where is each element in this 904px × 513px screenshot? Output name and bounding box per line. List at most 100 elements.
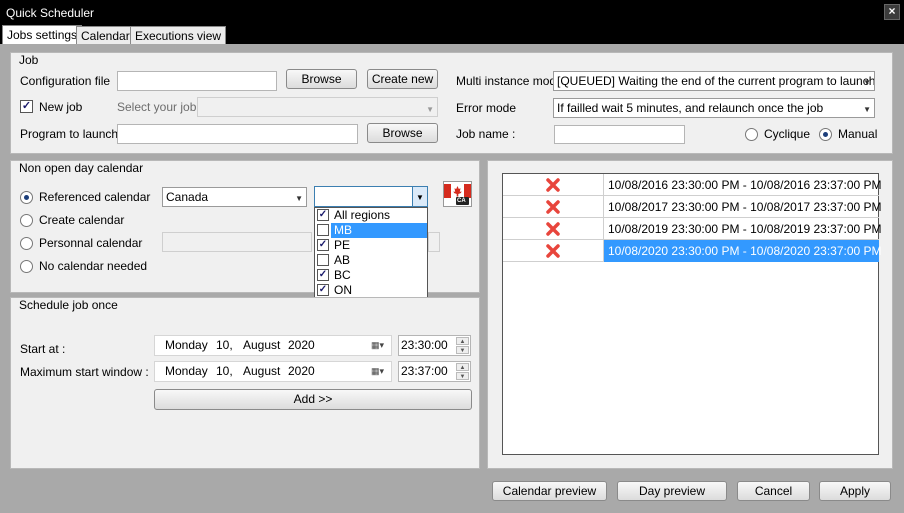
region-checkbox[interactable]: ✓ [317, 239, 329, 251]
spin-down-icon[interactable]: ▼ [456, 346, 469, 354]
execution-text: 10/08/2019 23:30:00 PM - 10/08/2019 23:3… [608, 222, 882, 236]
calendar-icon[interactable]: ▦▾ [371, 339, 389, 351]
delete-cell[interactable] [503, 218, 604, 240]
region-checkbox[interactable]: ✓ [317, 284, 329, 296]
start-time-value: 23:30:00 [401, 338, 448, 352]
close-icon: × [888, 4, 896, 18]
max-year: 2020 [288, 364, 315, 378]
multi-instance-value: [QUEUED] Waiting the end of the current … [557, 74, 875, 88]
max-time-spinner[interactable]: 23:37:00 ▲ ▼ [398, 361, 471, 382]
schedule-group [10, 297, 480, 469]
max-time-spin-buttons[interactable]: ▲ ▼ [456, 363, 469, 380]
execution-row[interactable]: 10/08/2017 23:30:00 PM - 10/08/2017 23:3… [503, 196, 882, 218]
spin-down-icon[interactable]: ▼ [456, 372, 469, 380]
execution-text: 10/08/2016 23:30:00 PM - 10/08/2016 23:3… [608, 178, 882, 192]
error-mode-value: If failled wait 5 minutes, and relaunch … [557, 101, 824, 115]
calendar-preview-button[interactable]: Calendar preview [492, 481, 607, 501]
delete-icon[interactable] [546, 200, 560, 214]
delete-icon[interactable] [546, 178, 560, 192]
tab-jobs-settings[interactable]: Jobs settings [2, 25, 83, 45]
cancel-button[interactable]: Cancel [737, 481, 810, 501]
max-time-value: 23:37:00 [401, 364, 448, 378]
tab-calendar[interactable]: Calendar [76, 26, 135, 44]
day-preview-button[interactable]: Day preview [617, 481, 727, 501]
delete-cell[interactable] [503, 196, 604, 218]
region-label: All regions [334, 208, 391, 222]
config-file-label: Configuration file [20, 74, 111, 88]
region-item-all-regions[interactable]: ✓ All regions [316, 208, 427, 223]
region-checkbox[interactable]: ✓ [317, 209, 329, 221]
personnal-calendar-dropdown[interactable] [162, 232, 312, 252]
select-job-dropdown[interactable]: ▼ [197, 97, 438, 117]
regions-dropdown[interactable]: ▼ [314, 186, 428, 207]
personnal-calendar-radio[interactable] [20, 237, 33, 250]
window-title: Quick Scheduler [6, 6, 95, 20]
delete-cell[interactable] [503, 174, 604, 196]
cyclique-radio[interactable] [745, 128, 758, 141]
job-name-input[interactable] [554, 125, 685, 144]
execution-row[interactable]: 10/08/2016 23:30:00 PM - 10/08/2016 23:3… [503, 174, 882, 196]
chevron-down-icon: ▼ [863, 105, 871, 114]
country-dropdown[interactable]: Canada ▼ [162, 187, 307, 207]
create-calendar-label: Create calendar [39, 213, 125, 227]
add-button[interactable]: Add >> [154, 389, 472, 410]
delete-icon[interactable] [546, 244, 560, 258]
region-item-on[interactable]: ✓ ON [316, 283, 427, 298]
execution-row-selected[interactable]: 10/08/2020 23:30:00 PM - 10/08/2020 23:3… [503, 240, 882, 262]
schedule-group-legend: Schedule job once [19, 298, 118, 312]
max-day: 10, [216, 364, 233, 378]
job-group-legend: Job [19, 53, 39, 67]
delete-cell[interactable] [503, 240, 604, 262]
start-time-spinner[interactable]: 23:30:00 ▲ ▼ [398, 335, 471, 356]
region-item-pe[interactable]: ✓ PE [316, 238, 427, 253]
executions-list: 10/08/2016 23:30:00 PM - 10/08/2016 23:3… [502, 173, 882, 455]
region-item-ab[interactable]: AB [316, 253, 427, 268]
regions-dropdown-button[interactable]: ▼ [412, 187, 427, 206]
flag-code: CA [457, 198, 466, 204]
country-value: Canada [166, 190, 209, 204]
execution-text: 10/08/2017 23:30:00 PM - 10/08/2017 23:3… [608, 200, 882, 214]
start-month: August [243, 338, 281, 352]
max-date-picker[interactable]: Monday 10, August 2020 ▦▾ [154, 361, 392, 382]
multi-instance-label: Multi instance mode [456, 74, 563, 88]
no-calendar-radio[interactable] [20, 260, 33, 273]
referenced-calendar-label: Referenced calendar [39, 190, 151, 204]
program-input[interactable] [117, 124, 358, 144]
new-job-label: New job [39, 100, 83, 114]
start-time-spin-buttons[interactable]: ▲ ▼ [456, 337, 469, 354]
create-new-button[interactable]: Create new [367, 69, 438, 89]
create-calendar-radio[interactable] [20, 214, 33, 227]
calendar-icon[interactable]: ▦▾ [371, 365, 389, 377]
execution-text: 10/08/2020 23:30:00 PM - 10/08/2020 23:3… [604, 240, 882, 262]
region-checkbox[interactable]: ✓ [317, 269, 329, 281]
config-file-input[interactable] [117, 71, 277, 91]
multi-instance-dropdown[interactable]: [QUEUED] Waiting the end of the current … [553, 71, 875, 91]
browse-program-button[interactable]: Browse [367, 123, 438, 143]
close-button[interactable]: × [884, 4, 900, 20]
tab-executions-view[interactable]: Executions view [130, 26, 227, 44]
start-date-picker[interactable]: Monday 10, August 2020 ▦▾ [154, 335, 392, 356]
chevron-down-icon: ▼ [863, 78, 871, 87]
spin-up-icon[interactable]: ▲ [456, 337, 469, 345]
canada-flag-icon: CA [443, 181, 472, 207]
execution-row[interactable]: 10/08/2019 23:30:00 PM - 10/08/2019 23:3… [503, 218, 882, 240]
program-label: Program to launch [20, 127, 119, 141]
region-checkbox[interactable] [317, 254, 329, 266]
region-label: BC [334, 268, 351, 282]
personnal-calendar-dropdown-end [428, 232, 440, 252]
select-job-label: Select your job [117, 100, 197, 114]
delete-icon[interactable] [546, 222, 560, 236]
region-item-mb[interactable]: MB [316, 223, 427, 238]
referenced-calendar-radio[interactable] [20, 191, 33, 204]
max-window-label: Maximum start window : [20, 365, 149, 379]
chevron-down-icon: ▼ [426, 105, 434, 114]
region-checkbox[interactable] [317, 224, 329, 236]
apply-button[interactable]: Apply [819, 481, 891, 501]
new-job-checkbox[interactable]: ✓ [20, 100, 33, 113]
region-item-bc[interactable]: ✓ BC [316, 268, 427, 283]
browse-config-button[interactable]: Browse [286, 69, 357, 89]
spin-up-icon[interactable]: ▲ [456, 363, 469, 371]
error-mode-dropdown[interactable]: If failled wait 5 minutes, and relaunch … [553, 98, 875, 118]
manual-radio[interactable] [819, 128, 832, 141]
title-bar: Quick Scheduler × [0, 0, 904, 26]
